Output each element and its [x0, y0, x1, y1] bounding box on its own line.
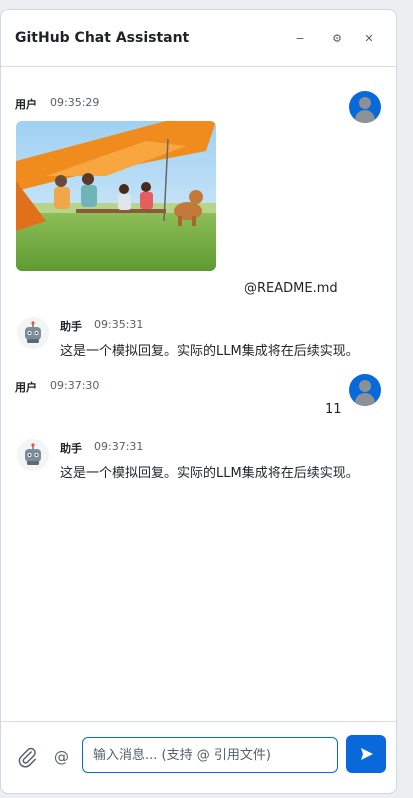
camping-photo-icon [16, 121, 216, 271]
message-time: 09:35:29 [50, 96, 100, 109]
message-list[interactable]: 用户 09:35:29 @README.md 助手 09:35:31 这是一个模… [1, 67, 396, 721]
message-assistant: 助手 09:35:31 这是一个模拟回复。实际的LLM集成将在后续实现。 [1, 307, 396, 362]
mention-button[interactable]: @ [54, 748, 69, 766]
chat-header: GitHub Chat Assistant − ⚙ ✕ [1, 10, 396, 67]
robot-icon [25, 443, 41, 465]
message-text: 11 [325, 402, 342, 417]
paperclip-icon [18, 747, 36, 768]
message-user: 用户 09:35:29 @README.md [1, 67, 396, 297]
minimize-button[interactable]: − [289, 28, 311, 50]
sender-name: 助手 [60, 320, 82, 333]
message-time: 09:35:31 [94, 318, 144, 331]
sender-name: 用户 [15, 98, 37, 111]
message-user: 用户 09:37:30 11 [1, 369, 396, 424]
user-avatar [349, 91, 381, 123]
sender-name: 助手 [60, 442, 82, 455]
user-avatar [349, 374, 381, 406]
settings-button[interactable]: ⚙ [326, 28, 348, 50]
message-time: 09:37:30 [50, 379, 100, 392]
message-text: @README.md [244, 281, 338, 296]
sender-name: 用户 [15, 381, 37, 394]
message-assistant: 助手 09:37:31 这是一个模拟回复。实际的LLM集成将在后续实现。 [1, 429, 396, 484]
attached-image[interactable] [16, 121, 216, 271]
chat-panel: GitHub Chat Assistant − ⚙ ✕ 用户 09:35:29 [0, 9, 397, 794]
attach-button[interactable] [16, 746, 38, 768]
robot-icon [25, 321, 41, 343]
close-button[interactable]: ✕ [358, 28, 380, 50]
app-title: GitHub Chat Assistant [15, 30, 190, 46]
composer: @ [1, 721, 396, 793]
message-time: 09:37:31 [94, 440, 144, 453]
message-text: 这是一个模拟回复。实际的LLM集成将在后续实现。 [60, 344, 359, 359]
send-button[interactable] [346, 735, 386, 773]
message-input[interactable] [82, 737, 338, 773]
message-text: 这是一个模拟回复。实际的LLM集成将在后续实现。 [60, 466, 359, 481]
assistant-avatar [17, 317, 49, 349]
assistant-avatar [17, 439, 49, 471]
send-icon [361, 748, 373, 760]
